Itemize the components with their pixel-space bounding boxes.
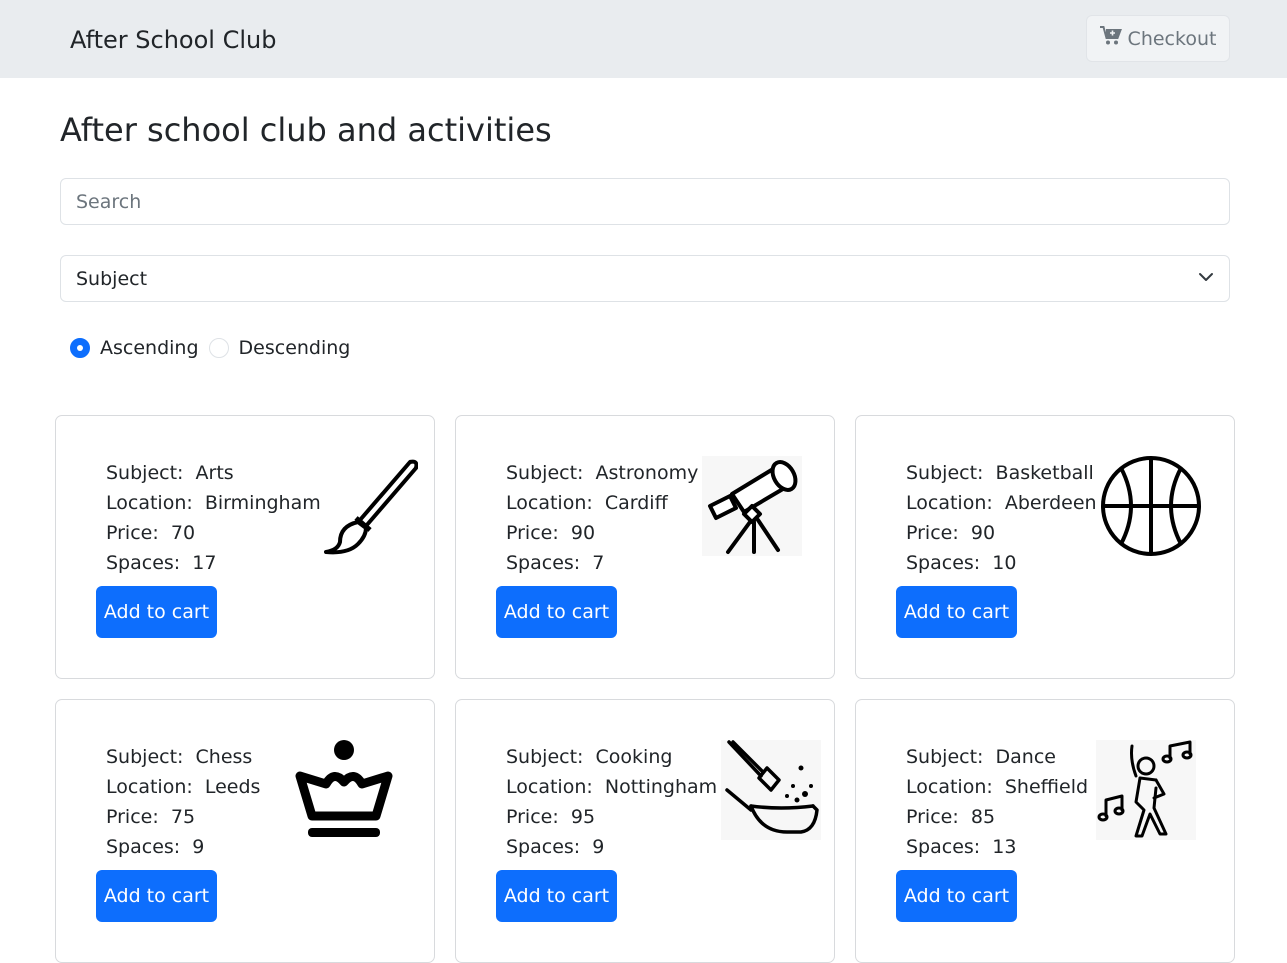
dancer-icon [1096, 740, 1196, 840]
lesson-info: Subject: Astronomy Location: Cardiff Pri… [506, 458, 698, 578]
page-title: After school club and activities [60, 111, 552, 149]
chess-queen-icon [295, 740, 393, 837]
lesson-info: Subject: Cooking Location: Nottingham Pr… [506, 742, 717, 862]
price-value: 90 [970, 522, 996, 544]
price-label: Price: [506, 522, 559, 544]
price-value: 85 [970, 806, 996, 828]
subject-value: Astronomy [595, 462, 699, 484]
subject-value: Arts [195, 462, 234, 484]
subject-label: Subject: [106, 746, 184, 768]
lesson-card: Subject: Dance Location: Sheffield Price… [855, 699, 1235, 963]
lesson-card: Subject: Cooking Location: Nottingham Pr… [455, 699, 835, 963]
add-to-cart-button[interactable]: Add to cart [96, 870, 217, 922]
telescope-icon [702, 456, 802, 556]
location-label: Location: [506, 776, 593, 798]
location-value: Aberdeen [1004, 492, 1097, 514]
add-to-cart-button[interactable]: Add to cart [496, 870, 617, 922]
location-value: Birmingham [204, 492, 321, 514]
lesson-info: Subject: Dance Location: Sheffield Price… [906, 742, 1088, 862]
subject-label: Subject: [506, 746, 584, 768]
sort-order-group: Ascending Descending [70, 335, 360, 361]
spaces-label: Spaces: [906, 552, 981, 574]
spaces-value: 9 [192, 836, 205, 858]
subject-value: Basketball [995, 462, 1094, 484]
descending-radio[interactable] [208, 338, 229, 358]
subject-label: Subject: [106, 462, 184, 484]
spaces-label: Spaces: [106, 836, 181, 858]
subject-value: Dance [995, 746, 1056, 768]
cart-plus-icon [1099, 26, 1122, 51]
spaces-value: 17 [192, 552, 217, 574]
checkout-label: Checkout [1127, 27, 1217, 50]
location-label: Location: [106, 776, 193, 798]
subject-value: Cooking [595, 746, 673, 768]
location-value: Cardiff [604, 492, 668, 514]
lesson-card: Subject: Astronomy Location: Cardiff Pri… [455, 415, 835, 679]
location-label: Location: [906, 492, 993, 514]
lesson-card: Subject: Basketball Location: Aberdeen P… [855, 415, 1235, 679]
descending-label[interactable]: Descending [239, 335, 351, 361]
checkout-button[interactable]: Checkout [1086, 15, 1230, 62]
add-to-cart-button[interactable]: Add to cart [496, 586, 617, 638]
brand-title[interactable]: After School Club [70, 23, 276, 57]
ascending-label[interactable]: Ascending [100, 335, 199, 361]
spaces-label: Spaces: [906, 836, 981, 858]
spaces-value: 13 [992, 836, 1017, 858]
spaces-value: 10 [992, 552, 1017, 574]
price-value: 90 [570, 522, 596, 544]
subject-label: Subject: [506, 462, 584, 484]
price-label: Price: [906, 522, 959, 544]
lesson-info: Subject: Chess Location: Leeds Price: 75… [106, 742, 260, 862]
search-input[interactable] [60, 178, 1230, 225]
spaces-value: 9 [592, 836, 605, 858]
chevron-down-icon [1198, 268, 1214, 290]
spaces-label: Spaces: [106, 552, 181, 574]
ascending-radio[interactable] [70, 338, 90, 358]
price-label: Price: [106, 522, 159, 544]
basketball-icon [1101, 456, 1201, 556]
navbar: After School Club Checkout [0, 0, 1287, 78]
add-to-cart-button[interactable]: Add to cart [96, 586, 217, 638]
price-label: Price: [106, 806, 159, 828]
location-label: Location: [106, 492, 193, 514]
price-value: 70 [170, 522, 196, 544]
subject-label: Subject: [906, 746, 984, 768]
location-value: Leeds [204, 776, 261, 798]
lesson-info: Subject: Arts Location: Birmingham Price… [106, 458, 321, 578]
spaces-label: Spaces: [506, 836, 581, 858]
spaces-value: 7 [592, 552, 605, 574]
price-value: 95 [570, 806, 596, 828]
location-value: Sheffield [1004, 776, 1089, 798]
sort-subject-select[interactable]: Subject [60, 255, 1230, 302]
location-label: Location: [506, 492, 593, 514]
subject-value: Chess [195, 746, 253, 768]
add-to-cart-button[interactable]: Add to cart [896, 870, 1017, 922]
add-to-cart-button[interactable]: Add to cart [896, 586, 1017, 638]
price-label: Price: [506, 806, 559, 828]
location-value: Nottingham [604, 776, 718, 798]
paintbrush-icon [324, 459, 418, 555]
lesson-card: Subject: Chess Location: Leeds Price: 75… [55, 699, 435, 963]
price-label: Price: [906, 806, 959, 828]
lesson-info: Subject: Basketball Location: Aberdeen P… [906, 458, 1097, 578]
subject-label: Subject: [906, 462, 984, 484]
location-label: Location: [906, 776, 993, 798]
spaces-label: Spaces: [506, 552, 581, 574]
lesson-card: Subject: Arts Location: Birmingham Price… [55, 415, 435, 679]
price-value: 75 [170, 806, 196, 828]
frying-pan-icon [721, 740, 821, 840]
sort-select-value: Subject [76, 267, 148, 290]
